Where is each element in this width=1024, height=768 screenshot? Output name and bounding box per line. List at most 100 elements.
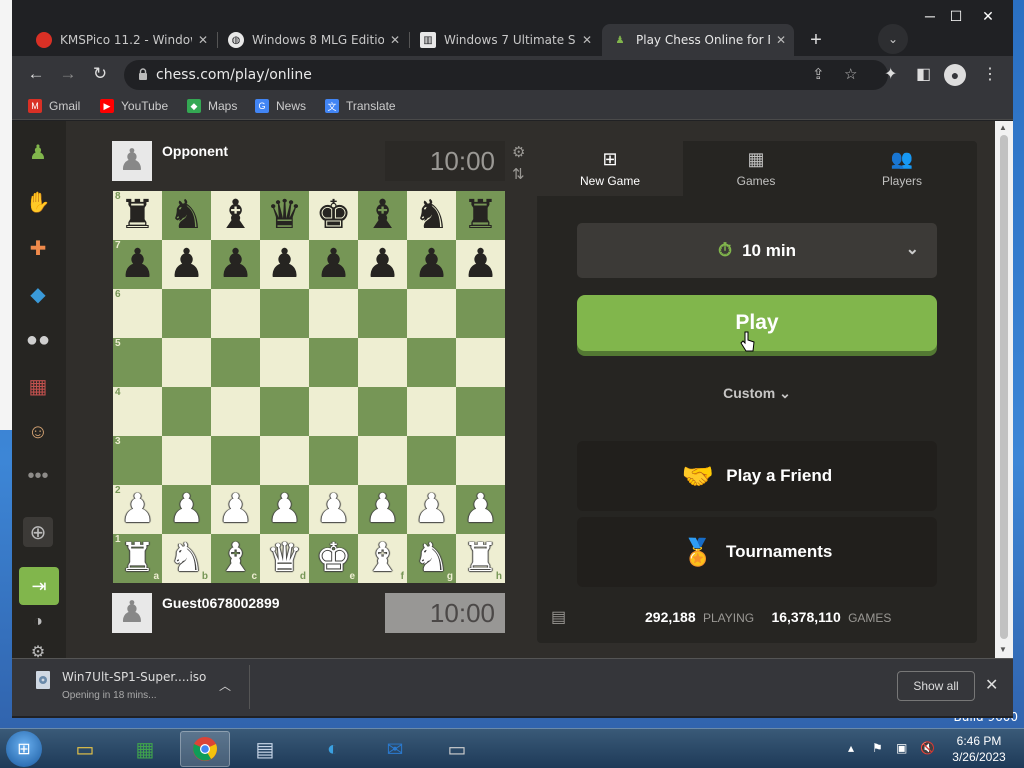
chess-logo-icon[interactable]: ♟ <box>23 137 53 167</box>
address-bar[interactable]: chess.com/play/online ⇪ ☆ <box>124 60 888 90</box>
square-f5[interactable] <box>358 338 407 387</box>
square-c7[interactable]: ♟ <box>211 240 260 289</box>
tab-new-game[interactable]: ⊞ New Game <box>537 141 683 196</box>
square-b1[interactable]: ♞ b <box>162 534 211 583</box>
action-center-flag-icon[interactable]: ⚑ <box>872 741 883 755</box>
speedtest-icon[interactable]: ◐ <box>308 731 358 767</box>
square-h3[interactable] <box>456 436 505 485</box>
black-pawn-icon[interactable]: ♟ <box>463 244 499 284</box>
square-g7[interactable]: ♟ <box>407 240 456 289</box>
minimize-button[interactable]: ─ <box>916 8 944 24</box>
square-e8[interactable]: ♚ <box>309 191 358 240</box>
white-queen-icon[interactable]: ♛ <box>267 538 303 578</box>
file-explorer-icon[interactable]: ▭ <box>60 731 110 767</box>
chat-icon[interactable]: ▤ <box>551 607 566 627</box>
white-pawn-icon[interactable]: ♟ <box>316 489 352 529</box>
square-a2[interactable]: ♟ 2 <box>113 485 162 534</box>
square-f1[interactable]: ♝ f <box>358 534 407 583</box>
square-e2[interactable]: ♟ <box>309 485 358 534</box>
bookmark-youtube[interactable]: ▶ YouTube <box>100 99 168 113</box>
news-calendar-icon[interactable]: ▦ <box>23 371 53 401</box>
page-scrollbar[interactable]: ▲ ▼ <box>995 121 1013 658</box>
square-d6[interactable] <box>260 289 309 338</box>
square-h8[interactable]: ♜ <box>456 191 505 240</box>
black-knight-icon[interactable]: ♞ <box>169 195 205 235</box>
time-control-dropdown[interactable]: ⏱ 10 min ⌄ <box>577 223 937 278</box>
square-g2[interactable]: ♟ <box>407 485 456 534</box>
maximize-button[interactable]: ☐ <box>942 8 970 25</box>
white-pawn-icon[interactable]: ♟ <box>463 489 499 529</box>
square-e7[interactable]: ♟ <box>309 240 358 289</box>
white-pawn-icon[interactable]: ♟ <box>365 489 401 529</box>
white-pawn-icon[interactable]: ♟ <box>120 489 156 529</box>
sign-up-icon[interactable]: ⊕ <box>23 517 53 547</box>
square-f6[interactable] <box>358 289 407 338</box>
black-pawn-icon[interactable]: ♟ <box>414 244 450 284</box>
square-g6[interactable] <box>407 289 456 338</box>
more-icon[interactable]: ••• <box>23 461 53 491</box>
square-g1[interactable]: ♞ g <box>407 534 456 583</box>
black-pawn-icon[interactable]: ♟ <box>316 244 352 284</box>
square-d7[interactable]: ♟ <box>260 240 309 289</box>
white-pawn-icon[interactable]: ♟ <box>218 489 254 529</box>
volume-muted-icon[interactable]: 🔇 <box>920 741 935 755</box>
show-hidden-icons[interactable]: ▴ <box>848 741 854 755</box>
square-a8[interactable]: ♜ 8 <box>113 191 162 240</box>
black-bishop-icon[interactable]: ♝ <box>365 195 401 235</box>
black-knight-icon[interactable]: ♞ <box>414 195 450 235</box>
tab-games[interactable]: ▦ Games <box>683 141 829 196</box>
square-h7[interactable]: ♟ <box>456 240 505 289</box>
tab-chess[interactable]: ♟ Play Chess Online for FR ✕ <box>602 24 794 56</box>
tab-kmspico[interactable]: KMSPico 11.2 - Window ✕ <box>26 24 216 56</box>
bookmark-maps[interactable]: ◆ Maps <box>187 99 237 113</box>
mail-icon[interactable]: ✉ <box>370 731 420 767</box>
black-king-icon[interactable]: ♚ <box>316 195 352 235</box>
notepad-icon[interactable]: ▤ <box>240 731 290 767</box>
square-e4[interactable] <box>309 387 358 436</box>
close-download-bar-icon[interactable]: ✕ <box>985 675 998 695</box>
theme-toggle-icon[interactable]: ◑ <box>23 607 53 637</box>
board-settings-gear-icon[interactable]: ⚙ <box>512 143 525 161</box>
square-f7[interactable]: ♟ <box>358 240 407 289</box>
browser-menu-icon[interactable]: ⋮ <box>982 64 998 84</box>
close-tab-icon[interactable]: ✕ <box>582 33 592 47</box>
reload-button[interactable]: ↻ <box>88 64 112 84</box>
back-button[interactable]: ← <box>24 64 48 84</box>
scrollbar-thumb[interactable] <box>1000 135 1008 639</box>
square-a7[interactable]: ♟ 7 <box>113 240 162 289</box>
square-d5[interactable] <box>260 338 309 387</box>
square-a1[interactable]: ♜ 1 a <box>113 534 162 583</box>
white-bishop-icon[interactable]: ♝ <box>218 538 254 578</box>
download-filename[interactable]: Win7Ult-SP1-Super....iso <box>62 670 206 684</box>
square-h6[interactable] <box>456 289 505 338</box>
share-icon[interactable]: ⇪ <box>812 65 825 83</box>
square-d8[interactable]: ♛ <box>260 191 309 240</box>
square-h4[interactable] <box>456 387 505 436</box>
system-clock[interactable]: 6:46 PM 3/26/2023 <box>944 733 1014 765</box>
white-knight-icon[interactable]: ♞ <box>169 538 205 578</box>
square-a4[interactable]: 4 <box>113 387 162 436</box>
square-b3[interactable] <box>162 436 211 485</box>
tournaments-button[interactable]: 🏅 Tournaments <box>577 517 937 587</box>
custom-button[interactable]: Custom ⌄ <box>537 385 977 402</box>
square-g4[interactable] <box>407 387 456 436</box>
black-pawn-icon[interactable]: ♟ <box>120 244 156 284</box>
square-e6[interactable] <box>309 289 358 338</box>
start-button[interactable]: ⊞ <box>6 731 42 767</box>
square-c2[interactable]: ♟ <box>211 485 260 534</box>
square-e3[interactable] <box>309 436 358 485</box>
white-bishop-icon[interactable]: ♝ <box>365 538 401 578</box>
profile-avatar-icon[interactable]: ● <box>944 64 966 86</box>
square-h1[interactable]: ♜ h <box>456 534 505 583</box>
new-tab-button[interactable]: + <box>802 26 830 54</box>
watch-binoculars-icon[interactable]: ●● <box>23 325 53 355</box>
square-b7[interactable]: ♟ <box>162 240 211 289</box>
white-rook-icon[interactable]: ♜ <box>120 538 156 578</box>
square-d2[interactable]: ♟ <box>260 485 309 534</box>
store-icon[interactable]: ▦ <box>120 731 170 767</box>
tab-players[interactable]: 👥 Players <box>829 141 975 196</box>
square-g8[interactable]: ♞ <box>407 191 456 240</box>
square-d4[interactable] <box>260 387 309 436</box>
square-e5[interactable] <box>309 338 358 387</box>
square-f3[interactable] <box>358 436 407 485</box>
